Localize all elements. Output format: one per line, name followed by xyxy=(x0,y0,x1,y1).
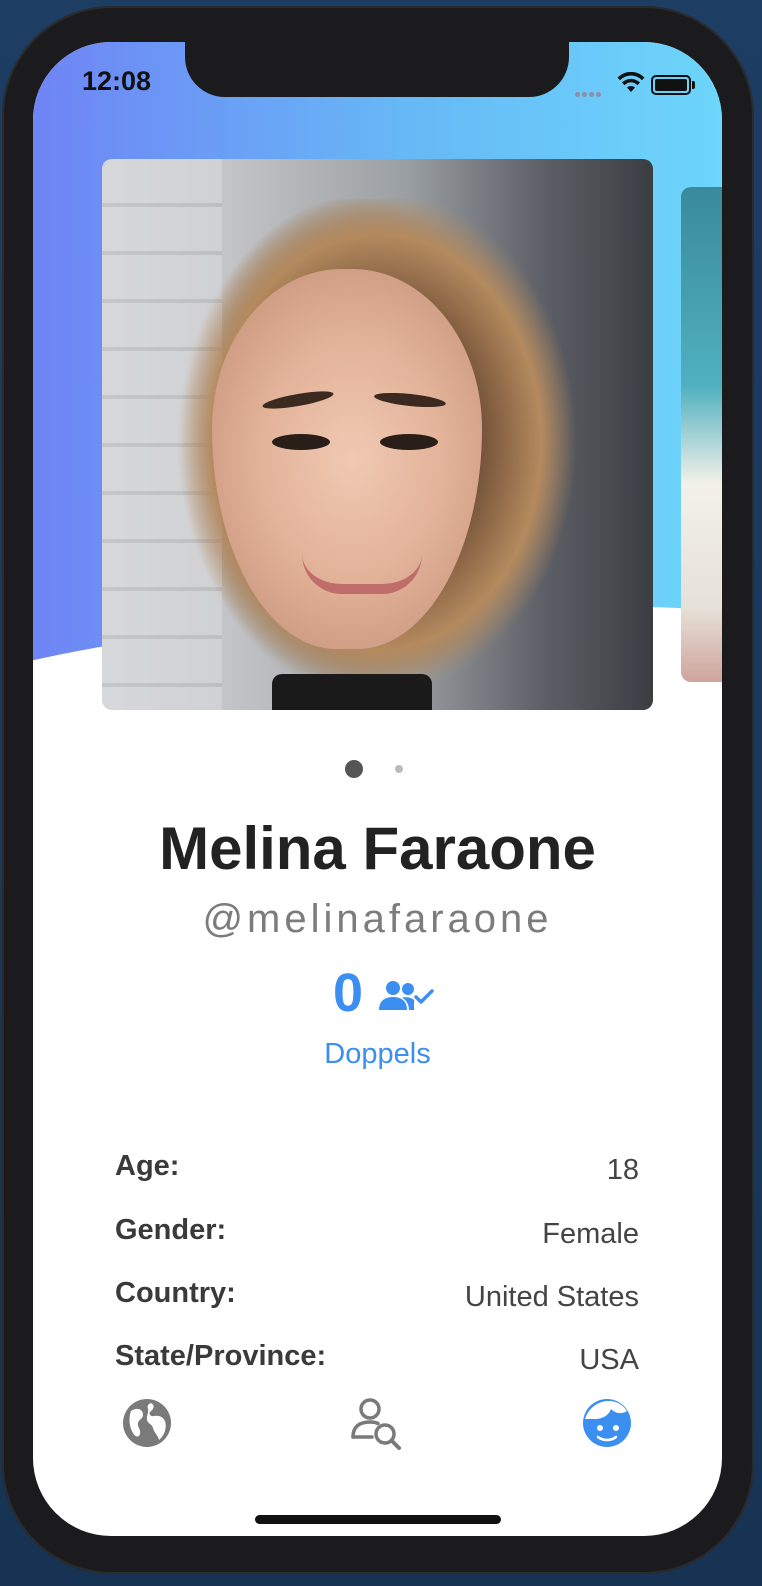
next-photo-preview[interactable] xyxy=(681,187,722,682)
profile-username: @melinafaraone xyxy=(202,897,553,941)
user-search-icon[interactable] xyxy=(350,1397,404,1451)
info-row-country: Country: United States xyxy=(115,1277,639,1317)
info-label: Country: xyxy=(115,1277,236,1309)
page-dot[interactable] xyxy=(395,765,403,773)
globe-icon[interactable] xyxy=(121,1397,173,1449)
screen: 12:08 Melina Faraone @melinafaraone 0 Do… xyxy=(33,42,722,1536)
info-row-gender: Gender: Female xyxy=(115,1214,639,1254)
cellular-signal-icon xyxy=(575,84,609,97)
phone-frame: 12:08 Melina Faraone @melinafaraone 0 Do… xyxy=(2,6,754,1574)
tab-bar xyxy=(33,1397,722,1487)
info-label: State/Province: xyxy=(115,1340,327,1372)
wifi-icon xyxy=(617,72,645,92)
notch xyxy=(185,42,569,97)
info-value: Female xyxy=(542,1218,639,1250)
info-value: 18 xyxy=(606,1154,639,1186)
profile-name: Melina Faraone xyxy=(159,815,596,882)
info-row-state: State/Province: USA xyxy=(115,1340,639,1380)
profile-photo[interactable] xyxy=(102,159,653,710)
doppels-label: Doppels xyxy=(324,1038,431,1070)
profile-face-icon[interactable] xyxy=(581,1397,633,1449)
battery-icon xyxy=(651,75,695,95)
page-dot-active[interactable] xyxy=(345,760,363,778)
info-label: Gender: xyxy=(115,1214,227,1246)
doppels-count: 0 xyxy=(332,963,364,1023)
status-time: 12:08 xyxy=(82,66,152,96)
people-check-icon xyxy=(379,981,434,1010)
info-label: Age: xyxy=(115,1150,180,1182)
home-indicator[interactable] xyxy=(255,1515,501,1524)
info-value: USA xyxy=(579,1344,639,1376)
info-row-age: Age: 18 xyxy=(115,1150,639,1190)
info-value: United States xyxy=(464,1281,639,1313)
